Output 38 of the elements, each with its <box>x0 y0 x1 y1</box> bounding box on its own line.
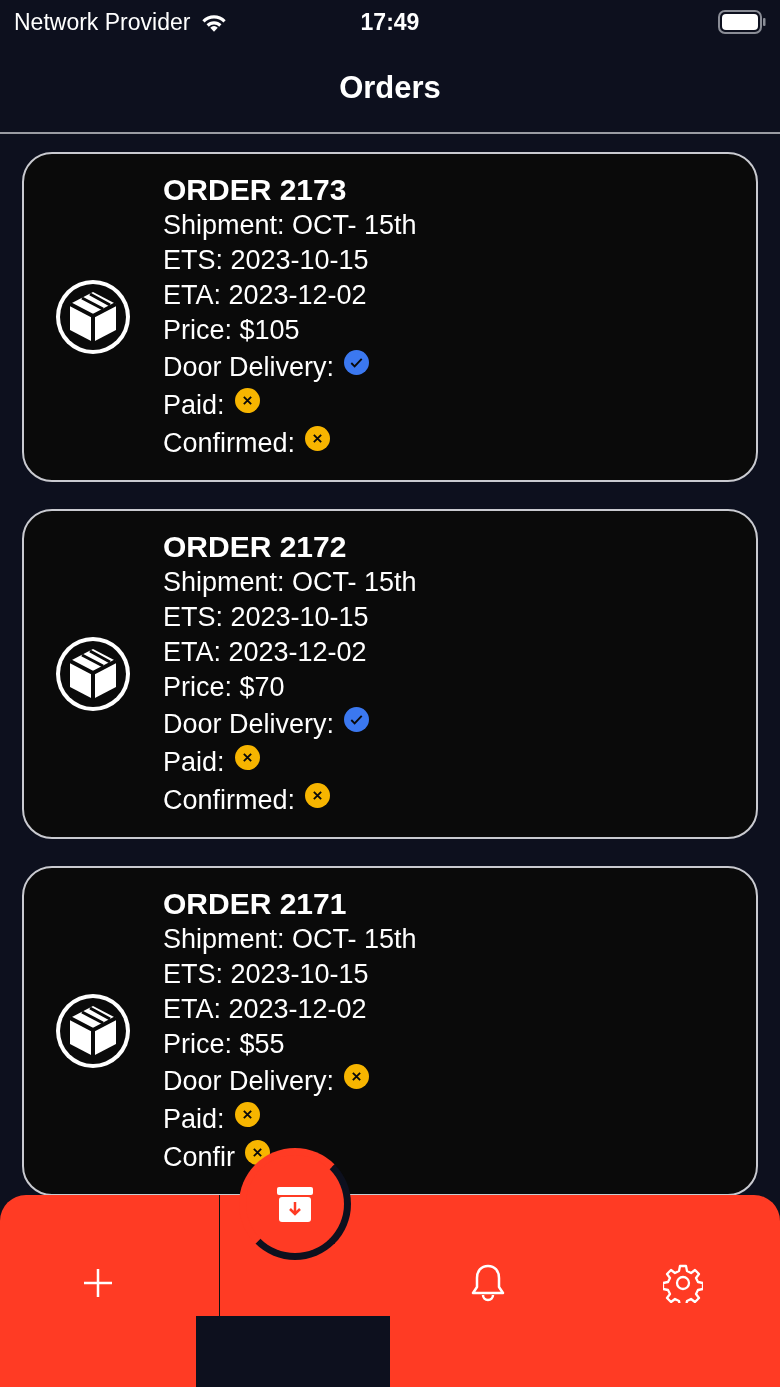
status-label: Confirmed: <box>163 783 296 817</box>
order-title: ORDER 2171 <box>163 886 347 922</box>
add-icon[interactable] <box>81 1267 114 1299</box>
status-label: Paid: <box>163 745 225 779</box>
package-icon <box>56 637 130 711</box>
order-detail: ETA: 2023-12-02 <box>163 636 367 669</box>
order-detail: ETS: 2023-10-15 <box>163 601 369 634</box>
order-detail: Price: $105 <box>163 314 300 347</box>
battery-icon <box>718 10 766 34</box>
status-label: Door Delivery: <box>163 707 335 741</box>
bell-icon[interactable] <box>469 1263 506 1303</box>
order-card[interactable]: ORDER 2173 Shipment: OCT- 15th ETS: 2023-10-15 ETA: 2023-12-02 Price: $105 Door Delivery: Paid: Confirmed: <box>22 152 758 482</box>
status-label: Door Delivery: <box>163 1064 335 1098</box>
archive-download-icon <box>275 1184 315 1224</box>
order-detail: ETS: 2023-10-15 <box>163 958 369 991</box>
order-detail: ETS: 2023-10-15 <box>163 244 369 277</box>
status-label: Door Delivery: <box>163 350 335 384</box>
settings-icon[interactable] <box>662 1263 703 1303</box>
order-title: ORDER 2173 <box>163 172 347 208</box>
status-label: Confirmed: <box>163 426 296 460</box>
package-icon <box>56 280 130 354</box>
package-icon <box>56 994 130 1068</box>
carrier-name: Network Provider <box>14 8 191 36</box>
order-card[interactable]: ORDER 2172 Shipment: OCT- 15th ETS: 2023-10-15 ETA: 2023-12-02 Price: $70 Door Delivery: Paid: Confirmed: <box>22 509 758 839</box>
order-card[interactable]: ORDER 2171 Shipment: OCT- 15th ETS: 2023-10-15 ETA: 2023-12-02 Price: $55 Door Delivery: Paid: Confir <box>22 866 758 1196</box>
clock-time: 17:49 <box>359 8 421 36</box>
order-detail: Shipment: OCT- 15th <box>163 566 417 599</box>
status-label: Paid: <box>163 388 225 422</box>
order-detail: Price: $55 <box>163 1028 285 1061</box>
page-title: Orders <box>339 70 441 106</box>
order-detail: Shipment: OCT- 15th <box>163 923 417 956</box>
order-detail: ETA: 2023-12-02 <box>163 279 367 312</box>
order-title: ORDER 2172 <box>163 529 347 565</box>
order-detail: ETA: 2023-12-02 <box>163 993 367 1026</box>
status-label: Paid: <box>163 1102 225 1136</box>
status-label: Confir <box>163 1140 236 1174</box>
order-detail: Shipment: OCT- 15th <box>163 209 417 242</box>
order-detail: Price: $70 <box>163 671 285 704</box>
